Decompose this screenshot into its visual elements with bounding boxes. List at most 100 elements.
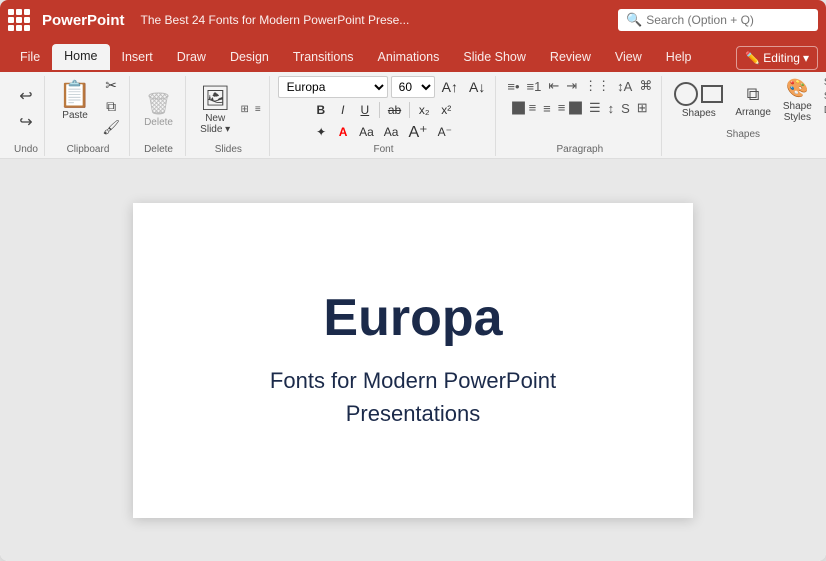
more-para-button[interactable]: ⌘ — [636, 76, 655, 96]
paste-icon: 📋 — [59, 79, 91, 110]
font-group-label: Font — [374, 142, 394, 156]
drawing-group: Shapes ⧉ Arrange 🎨 ShapeStyles Shapes Sh… — [664, 76, 826, 156]
drawing-side-btns: Shape Fill Shape Outline Duplicate — [820, 76, 826, 117]
align-right-button[interactable]: ≡ ⬛︎ — [555, 98, 585, 118]
waffle-icon[interactable] — [8, 9, 30, 31]
search-input[interactable] — [646, 13, 796, 27]
drawing-row: Shapes ⧉ Arrange 🎨 ShapeStyles — [670, 76, 816, 125]
justify-button[interactable]: ☰ — [586, 98, 604, 118]
delete-icon: 🗑 — [145, 91, 173, 117]
layout-button[interactable]: ⊞ — [238, 103, 250, 116]
new-slide-button[interactable]: 🖼 NewSlide ▾ — [194, 81, 236, 138]
tab-insert[interactable]: Insert — [110, 44, 165, 72]
redo-button[interactable]: ↪ — [15, 110, 36, 134]
slide-subtitle-line2: Presentations — [346, 401, 481, 426]
slide-canvas: Europa Fonts for Modern PowerPoint Prese… — [133, 203, 693, 518]
duplicate-button[interactable]: Duplicate — [820, 104, 826, 117]
shape-outline-button[interactable]: Shape Outline — [820, 90, 826, 103]
format-painter-button[interactable]: 🖌 — [99, 118, 123, 137]
font-size-shrink-button[interactable]: A⁻ — [434, 122, 456, 142]
tab-animations[interactable]: Animations — [366, 44, 452, 72]
tab-help[interactable]: Help — [654, 44, 704, 72]
underline-button[interactable]: U — [355, 100, 375, 120]
shape-styles-button[interactable]: 🎨 ShapeStyles — [779, 76, 816, 125]
editing-button[interactable]: ✏️ Editing ▾ — [736, 46, 818, 70]
new-slide-label: NewSlide ▾ — [200, 113, 230, 135]
shape-fill-button[interactable]: Shape Fill — [820, 76, 826, 89]
search-icon: 🔍 — [626, 12, 642, 28]
tab-review[interactable]: Review — [538, 44, 603, 72]
search-box[interactable]: 🔍 — [618, 9, 818, 31]
text-direction-button[interactable]: ↕A — [614, 76, 635, 96]
indent-decrease-button[interactable]: ⇤ — [545, 76, 562, 96]
numbering-button[interactable]: ≡1 — [524, 76, 545, 96]
tab-file[interactable]: File — [8, 44, 52, 72]
app-brand: PowerPoint — [42, 12, 125, 29]
bold-button[interactable]: B — [311, 100, 331, 120]
chevron-down-icon: ▾ — [803, 51, 809, 65]
font-decrease-button[interactable]: A↓ — [465, 77, 489, 97]
shapes-button[interactable]: Shapes — [670, 80, 727, 121]
section-button[interactable]: ≡ — [253, 103, 263, 116]
font-increase-button[interactable]: A↑ — [438, 77, 462, 97]
delete-group: 🗑 Delete Delete — [132, 76, 186, 156]
undo-button[interactable]: ↩ — [15, 84, 36, 108]
tab-draw[interactable]: Draw — [165, 44, 218, 72]
expand-para-button[interactable]: ⊞ — [634, 98, 651, 118]
copy-button[interactable]: ⧉ — [99, 97, 123, 116]
title-bar: PowerPoint The Best 24 Fonts for Modern … — [0, 0, 826, 40]
strikethrough-button[interactable]: ab — [384, 100, 405, 120]
font-row-2: B I U ab x₂ x² — [311, 100, 456, 120]
shapes-label: Shapes — [682, 108, 716, 119]
paste-button[interactable]: 📋 Paste — [53, 76, 97, 124]
delete-button[interactable]: 🗑 Delete — [138, 88, 179, 131]
align-center-button[interactable]: ≡ — [540, 98, 554, 118]
tab-transitions[interactable]: Transitions — [281, 44, 366, 72]
ribbon-tabs: File Home Insert Draw Design Transitions… — [0, 40, 826, 72]
tab-home[interactable]: Home — [52, 44, 109, 72]
tab-design[interactable]: Design — [218, 44, 281, 72]
slide-title[interactable]: Europa — [323, 290, 502, 347]
undo-group-label: Undo — [14, 142, 38, 156]
drawing-group-label: Shapes — [726, 127, 760, 141]
arrange-button[interactable]: ⧉ Arrange — [731, 82, 775, 120]
delete-group-label: Delete — [144, 142, 173, 156]
font-size-select[interactable]: 60 — [391, 76, 435, 98]
slides-small-btns: ⊞ ≡ — [238, 103, 262, 116]
slides-group-label: Slides — [215, 142, 242, 156]
indent-increase-button[interactable]: ⇥ — [563, 76, 580, 96]
text-highlight-button[interactable]: Aa — [355, 122, 378, 142]
align-left-button[interactable]: ⬛︎ ≡ — [509, 98, 539, 118]
superscript-button[interactable]: x² — [436, 100, 456, 120]
pencil-icon: ✏️ — [745, 51, 760, 65]
paragraph-group-label: Paragraph — [556, 142, 603, 156]
undo-btns: ↩ ↪ — [15, 84, 36, 134]
app-window: PowerPoint The Best 24 Fonts for Modern … — [0, 0, 826, 561]
clipboard-group-label: Clipboard — [67, 142, 110, 156]
font-family-select[interactable]: Europa — [278, 76, 388, 98]
separator — [379, 102, 380, 118]
font-color-button[interactable]: A — [333, 122, 353, 142]
delete-label: Delete — [144, 117, 173, 128]
tab-view[interactable]: View — [603, 44, 654, 72]
ribbon-body: ↩ ↪ Undo 📋 Paste ✂ ⧉ 🖌 Clipboard — [0, 72, 826, 159]
tab-slideshow[interactable]: Slide Show — [451, 44, 538, 72]
para-row-2: ⬛︎ ≡ ≡ ≡ ⬛︎ ☰ ↕ S ⊞ — [509, 98, 651, 118]
change-case-button[interactable]: Aa — [380, 122, 403, 142]
line-spacing-button[interactable]: ↕ — [605, 98, 618, 118]
columns-button[interactable]: ⋮⋮ — [581, 76, 613, 96]
paragraph-group: ≡• ≡1 ⇤ ⇥ ⋮⋮ ↕A ⌘ ⬛︎ ≡ ≡ ≡ ⬛︎ ☰ ↕ S ⊞ — [498, 76, 662, 156]
para-group-content: ≡• ≡1 ⇤ ⇥ ⋮⋮ ↕A ⌘ ⬛︎ ≡ ≡ ≡ ⬛︎ ☰ ↕ S ⊞ — [504, 76, 655, 142]
cut-button[interactable]: ✂ — [99, 76, 123, 95]
font-group: Europa 60 A↑ A↓ B I U ab x₂ x² — [272, 76, 497, 156]
bullets-button[interactable]: ≡• — [504, 76, 522, 96]
font-size-grow-button[interactable]: A⁺ — [404, 122, 431, 142]
style-label: ShapeStyles — [783, 101, 812, 123]
arrange-label: Arrange — [735, 107, 771, 118]
italic-button[interactable]: I — [333, 100, 353, 120]
text-shadow-button[interactable]: S — [618, 98, 633, 118]
undo-group-content: ↩ ↪ — [15, 76, 36, 142]
subscript-button[interactable]: x₂ — [414, 100, 434, 120]
font-row-3: ✦ A Aa Aa A⁺ A⁻ — [311, 122, 456, 142]
clear-format-button[interactable]: ✦ — [311, 122, 331, 142]
